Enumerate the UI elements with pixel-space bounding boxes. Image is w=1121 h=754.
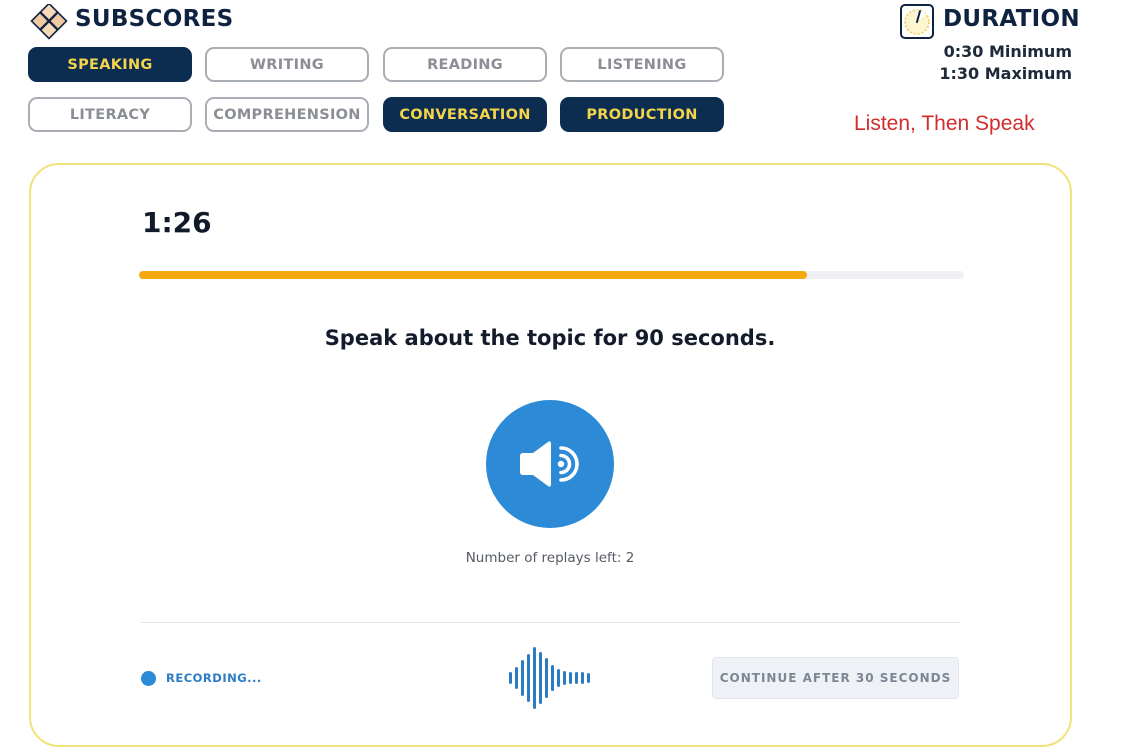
subscore-writing[interactable]: WRITING [205, 47, 369, 82]
task-instruction: Speak about the topic for 90 seconds. [324, 326, 776, 350]
progress-bar-fill [139, 271, 808, 279]
subscore-reading[interactable]: READING [383, 47, 547, 82]
progress-bar [139, 271, 964, 279]
footer-divider [141, 622, 960, 623]
subscore-comprehension[interactable]: COMPREHENSION [205, 97, 369, 132]
task-type-label: Listen, Then Speak [854, 112, 1035, 135]
countdown-timer: 1:26 [142, 206, 212, 239]
recording-status: RECORDING... [166, 671, 262, 685]
waveform-icon [509, 647, 590, 709]
continue-button[interactable]: CONTINUE AFTER 30 SECONDS [712, 657, 959, 699]
speaker-icon [520, 441, 579, 487]
play-audio-button[interactable] [486, 400, 614, 528]
duration-title: DURATION [943, 6, 1080, 32]
subscore-speaking[interactable]: SPEAKING [28, 47, 192, 82]
subscore-literacy[interactable]: LITERACY [28, 97, 192, 132]
subscore-listening[interactable]: LISTENING [560, 47, 724, 82]
subscore-production[interactable]: PRODUCTION [560, 97, 724, 132]
recording-dot-icon [141, 671, 156, 686]
subscores-title: SUBSCORES [75, 6, 234, 32]
subscore-conversation[interactable]: CONVERSATION [383, 97, 547, 132]
timer-icon [900, 4, 934, 39]
duration-minimum: 0:30 Minimum [943, 42, 1072, 61]
duration-maximum: 1:30 Maximum [939, 64, 1072, 83]
replays-remaining: Number of replays left: 2 [465, 550, 635, 566]
diamond-grid-icon [30, 4, 68, 40]
